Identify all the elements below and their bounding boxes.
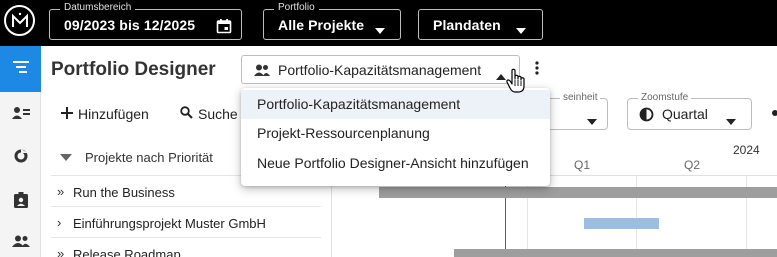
menu-item-add-view[interactable]: Neue Portfolio Designer-Ansicht hinzufüg… [241, 149, 550, 178]
dataset-value: Plandaten [433, 17, 501, 33]
tree-header[interactable]: Projekte nach Priorität [60, 150, 213, 165]
date-range-field[interactable]: Datumsbereich 09/2023 bis 12/2025 [49, 2, 242, 40]
row-name: Einführungsprojekt Muster GmbH [73, 216, 266, 231]
hand-cursor-icon [506, 68, 526, 99]
gantt-bar[interactable] [454, 249, 777, 257]
chevron-down-icon [375, 21, 385, 39]
gantt-bar[interactable] [379, 187, 777, 198]
portfolio-label: Portfolio [274, 2, 319, 14]
zoom-select[interactable]: Zoomstufe Quartal [627, 92, 752, 130]
timeline-year: 2024 [733, 143, 760, 157]
timeline-quarter: Q1 [574, 158, 591, 172]
expand-all-icon[interactable]: » [57, 184, 64, 199]
chart-pie-icon [14, 148, 28, 168]
logo-icon[interactable] [4, 5, 35, 36]
page-title: Portfolio Designer [51, 59, 216, 80]
expand-icon[interactable]: › [57, 215, 61, 230]
table-row[interactable]: » Release Roadmap [51, 239, 321, 257]
add-button-label: Hinzufügen [78, 106, 149, 122]
search-button-label: Suche [198, 106, 238, 122]
people-icon [254, 63, 270, 81]
collapse-triangle-icon[interactable] [60, 154, 72, 161]
view-selector-value: Portfolio-Kapazitätsmanagement [278, 62, 482, 78]
sidebar-item-contacts[interactable] [0, 182, 41, 222]
settings-icon[interactable] [772, 106, 777, 125]
chevron-down-icon [516, 21, 526, 39]
more-options-button[interactable] [528, 59, 546, 81]
team-icon [11, 234, 30, 252]
dataset-select[interactable]: Plandaten [418, 9, 543, 40]
sidebar-item-team[interactable] [0, 228, 41, 257]
timeline-quarter: Q2 [684, 158, 701, 172]
menu-item-portfolio-capacity[interactable]: Portfolio-Kapazitätsmanagement [241, 90, 550, 119]
contact-badge-icon [13, 191, 28, 213]
chevron-down-icon [726, 112, 736, 130]
sidebar-item-user-list[interactable] [0, 92, 41, 138]
menu-lines-icon [12, 60, 29, 79]
row-name: Release Roadmap [73, 247, 181, 257]
sidebar-item-portfolio-designer[interactable] [0, 46, 41, 92]
expand-all-icon[interactable]: » [57, 246, 64, 257]
tree-header-label: Projekte nach Priorität [85, 150, 213, 165]
zoom-value: Quartal [662, 106, 708, 122]
view-selector-button[interactable]: Portfolio-Kapazitätsmanagement [241, 55, 520, 84]
date-range-label: Datumsbereich [60, 2, 136, 14]
table-row[interactable]: › Einführungsprojekt Muster GmbH [51, 208, 321, 238]
sidebar-item-chart[interactable] [0, 138, 41, 178]
portfolio-select[interactable]: Portfolio Alle Projekte [263, 2, 401, 40]
chevron-down-icon [587, 112, 597, 130]
more-vert-icon [535, 60, 539, 80]
portfolio-value: Alle Projekte [278, 17, 365, 33]
search-button[interactable]: Suche [180, 103, 238, 125]
search-icon [180, 106, 198, 122]
plus-icon [61, 106, 78, 122]
gantt-bar[interactable] [584, 218, 659, 229]
calendar-icon[interactable] [216, 18, 232, 39]
top-bar: Datumsbereich 09/2023 bis 12/2025 Portfo… [0, 0, 777, 46]
zoom-icon [639, 107, 654, 127]
row-name: Run the Business [73, 185, 175, 200]
date-range-value: 09/2023 bis 12/2025 [64, 17, 196, 33]
user-list-icon [11, 106, 30, 125]
time-unit-label: seinheit [560, 92, 601, 104]
sidebar [0, 46, 41, 257]
menu-item-project-resource-planning[interactable]: Projekt-Ressourcenplanung [241, 119, 550, 148]
add-button[interactable]: Hinzufügen [61, 103, 149, 125]
view-dropdown-menu: Portfolio-Kapazitätsmanagement Projekt-R… [241, 88, 550, 186]
zoom-label: Zoomstufe [638, 92, 692, 104]
chevron-up-icon [496, 67, 506, 85]
time-unit-select[interactable]: seinheit [545, 92, 608, 130]
